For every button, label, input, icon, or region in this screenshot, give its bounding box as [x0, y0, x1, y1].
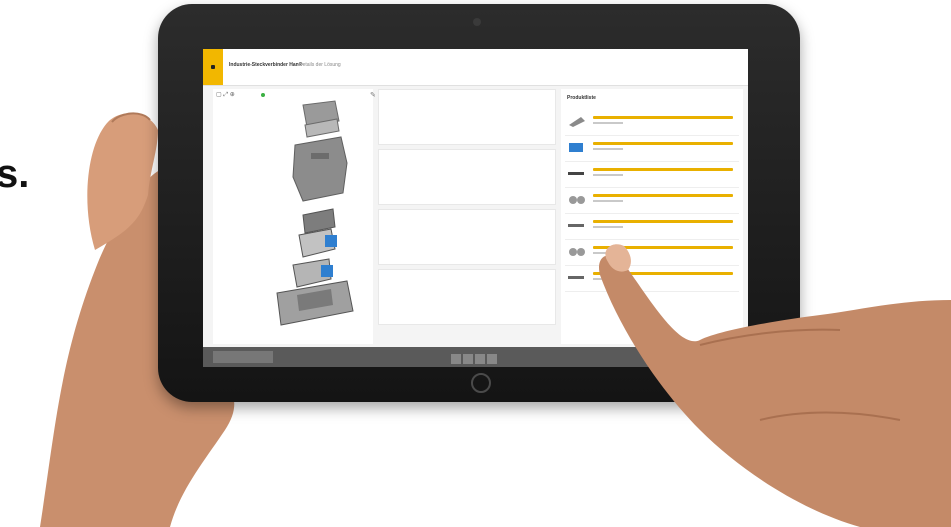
right-hand — [599, 244, 951, 527]
